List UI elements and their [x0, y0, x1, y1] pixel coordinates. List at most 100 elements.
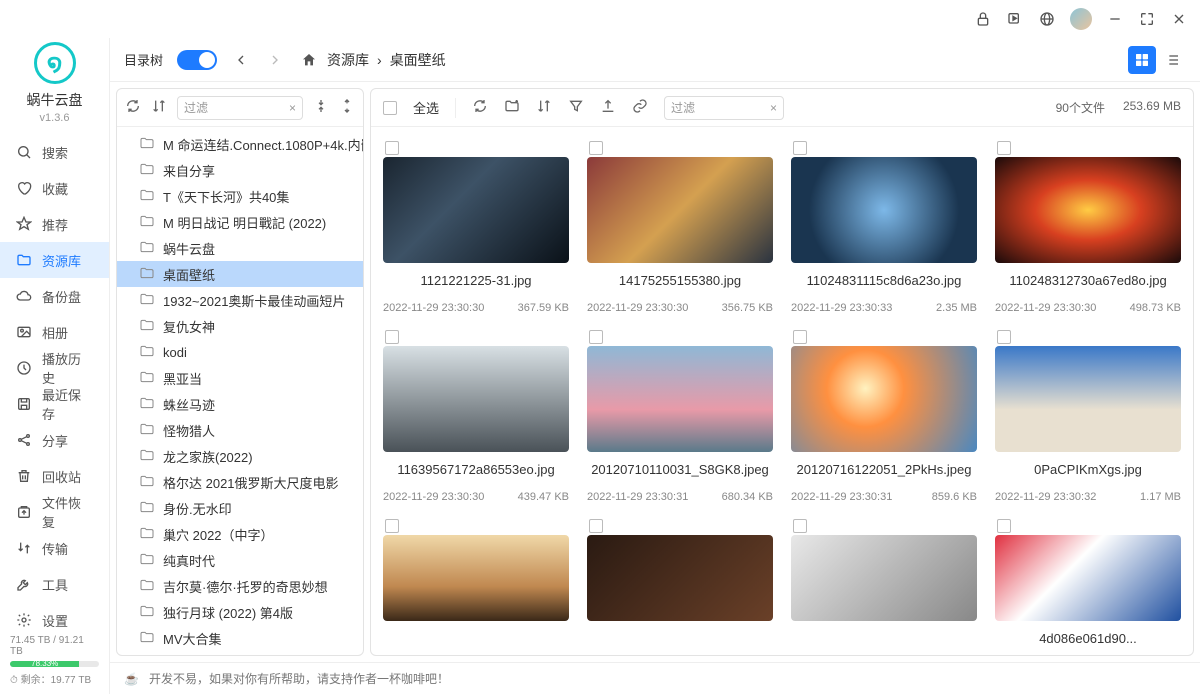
- play-box-icon[interactable]: [1006, 10, 1024, 28]
- file-card[interactable]: 1121221225-31.jpg2022-11-29 23:30:30367.…: [383, 139, 569, 314]
- lock-icon[interactable]: [974, 10, 992, 28]
- crumb-current[interactable]: 桌面壁纸: [390, 50, 446, 70]
- file-card[interactable]: 11024831115c8d6a23o.jpg2022-11-29 23:30:…: [791, 139, 977, 314]
- select-all-checkbox[interactable]: [383, 101, 397, 115]
- new-folder-icon[interactable]: [504, 98, 520, 117]
- upload-icon[interactable]: [600, 98, 616, 117]
- tree-item[interactable]: 蛛丝马迹: [117, 391, 363, 417]
- tree-item[interactable]: 纯真时代: [117, 547, 363, 573]
- file-size: 2.35 MB: [936, 302, 977, 314]
- tree-item[interactable]: 巢穴 2022（中字）: [117, 521, 363, 547]
- tree-item[interactable]: 独行月球 (2022) 第4版: [117, 599, 363, 625]
- close-icon[interactable]: [1170, 10, 1188, 28]
- tree-item[interactable]: 复仇女神: [117, 313, 363, 339]
- nav-heart[interactable]: 收藏: [0, 170, 109, 206]
- thumbnail: [995, 346, 1181, 452]
- file-name: 0PaCPIKmXgs.jpg: [995, 462, 1181, 477]
- nav-folder[interactable]: 资源库: [0, 242, 109, 278]
- home-icon[interactable]: [299, 50, 319, 70]
- tree-item[interactable]: 郭德纲单口作品（三国、水浒、西游: [117, 651, 363, 655]
- sort-icon[interactable]: [536, 98, 552, 117]
- nav-photo[interactable]: 相册: [0, 314, 109, 350]
- file-checkbox[interactable]: [589, 141, 603, 155]
- tree-item[interactable]: M 明日战记 明日戰記 (2022): [117, 209, 363, 235]
- file-card[interactable]: [791, 517, 977, 646]
- tree-filter[interactable]: 过滤×: [177, 96, 303, 120]
- file-checkbox[interactable]: [793, 330, 807, 344]
- file-card[interactable]: 0PaCPIKmXgs.jpg2022-11-29 23:30:321.17 M…: [995, 328, 1181, 503]
- folder-tree: M 命运连结.Connect.1080P+4k.内嵌来自分享T《天下长河》共40…: [117, 127, 363, 655]
- expand-icon[interactable]: [339, 98, 355, 117]
- collapse-icon[interactable]: [313, 98, 329, 117]
- tree-item[interactable]: 来自分享: [117, 157, 363, 183]
- tree-item[interactable]: kodi: [117, 339, 363, 365]
- tree-item[interactable]: M 命运连结.Connect.1080P+4k.内嵌: [117, 131, 363, 157]
- tree-item[interactable]: 怪物猎人: [117, 417, 363, 443]
- file-checkbox[interactable]: [589, 330, 603, 344]
- file-checkbox[interactable]: [997, 141, 1011, 155]
- coffee-icon[interactable]: ☕: [124, 672, 139, 686]
- file-checkbox[interactable]: [997, 519, 1011, 533]
- maximize-icon[interactable]: [1138, 10, 1156, 28]
- nav-cloud[interactable]: 备份盘: [0, 278, 109, 314]
- tree-toggle[interactable]: [177, 50, 217, 70]
- globe-icon[interactable]: [1038, 10, 1056, 28]
- nav-transfer[interactable]: 传输: [0, 530, 109, 566]
- file-card[interactable]: 20120716122051_2PkHs.jpeg2022-11-29 23:3…: [791, 328, 977, 503]
- file-checkbox[interactable]: [793, 519, 807, 533]
- file-card[interactable]: 20120710110031_S8GK8.jpeg2022-11-29 23:3…: [587, 328, 773, 503]
- nav-share[interactable]: 分享: [0, 422, 109, 458]
- file-checkbox[interactable]: [997, 330, 1011, 344]
- tree-item[interactable]: 吉尔莫·德尔·托罗的奇思妙想: [117, 573, 363, 599]
- file-card[interactable]: 110248312730a67ed8o.jpg2022-11-29 23:30:…: [995, 139, 1181, 314]
- nav-search[interactable]: 搜索: [0, 134, 109, 170]
- file-date: 2022-11-29 23:30:33: [791, 302, 892, 314]
- file-checkbox[interactable]: [385, 141, 399, 155]
- grid-view-icon[interactable]: [1128, 46, 1156, 74]
- nav-trash[interactable]: 回收站: [0, 458, 109, 494]
- tree-item[interactable]: 格尔达 2021俄罗斯大尺度电影: [117, 469, 363, 495]
- back-icon[interactable]: [231, 50, 251, 70]
- file-size: 356.75 KB: [722, 302, 773, 314]
- file-checkbox[interactable]: [385, 519, 399, 533]
- forward-icon[interactable]: [265, 50, 285, 70]
- file-card[interactable]: [383, 517, 569, 646]
- avatar[interactable]: [1070, 8, 1092, 30]
- link-icon[interactable]: [632, 98, 648, 117]
- file-checkbox[interactable]: [385, 330, 399, 344]
- thumbnail: [587, 535, 773, 621]
- nav-star[interactable]: 推荐: [0, 206, 109, 242]
- file-card[interactable]: 11639567172a86553eo.jpg2022-11-29 23:30:…: [383, 328, 569, 503]
- nav-gear[interactable]: 设置: [0, 602, 109, 627]
- nav-restore[interactable]: 文件恢复: [0, 494, 109, 530]
- tree-item[interactable]: 蜗牛云盘: [117, 235, 363, 261]
- file-checkbox[interactable]: [589, 519, 603, 533]
- file-card[interactable]: 14175255155380.jpg2022-11-29 23:30:30356…: [587, 139, 773, 314]
- tree-item[interactable]: 龙之家族(2022): [117, 443, 363, 469]
- nav-save[interactable]: 最近保存: [0, 386, 109, 422]
- crumb-root[interactable]: 资源库: [327, 50, 369, 70]
- tree-item[interactable]: 黑亚当: [117, 365, 363, 391]
- tree-item[interactable]: T《天下长河》共40集: [117, 183, 363, 209]
- select-all-label[interactable]: 全选: [413, 98, 439, 117]
- refresh-icon[interactable]: [472, 98, 488, 117]
- content-filter[interactable]: 过滤×: [664, 96, 784, 120]
- nav-wrench[interactable]: 工具: [0, 566, 109, 602]
- file-checkbox[interactable]: [793, 141, 807, 155]
- refresh-icon[interactable]: [125, 98, 141, 117]
- tree-item[interactable]: 桌面壁纸: [117, 261, 363, 287]
- file-card[interactable]: 4d086e061d90...: [995, 517, 1181, 646]
- filter-icon[interactable]: [568, 98, 584, 117]
- trash-icon: [16, 468, 32, 484]
- file-card[interactable]: [587, 517, 773, 646]
- file-size: 859.6 KB: [932, 491, 977, 503]
- tree-item[interactable]: 1932~2021奥斯卡最佳动画短片: [117, 287, 363, 313]
- minimize-icon[interactable]: [1106, 10, 1124, 28]
- file-name: 20120716122051_2PkHs.jpeg: [791, 462, 977, 477]
- nav-history[interactable]: 播放历史: [0, 350, 109, 386]
- tree-item[interactable]: MV大合集: [117, 625, 363, 651]
- thumbnail: [791, 535, 977, 621]
- tree-item[interactable]: 身份.无水印: [117, 495, 363, 521]
- sort-icon[interactable]: [151, 98, 167, 117]
- list-view-icon[interactable]: [1158, 46, 1186, 74]
